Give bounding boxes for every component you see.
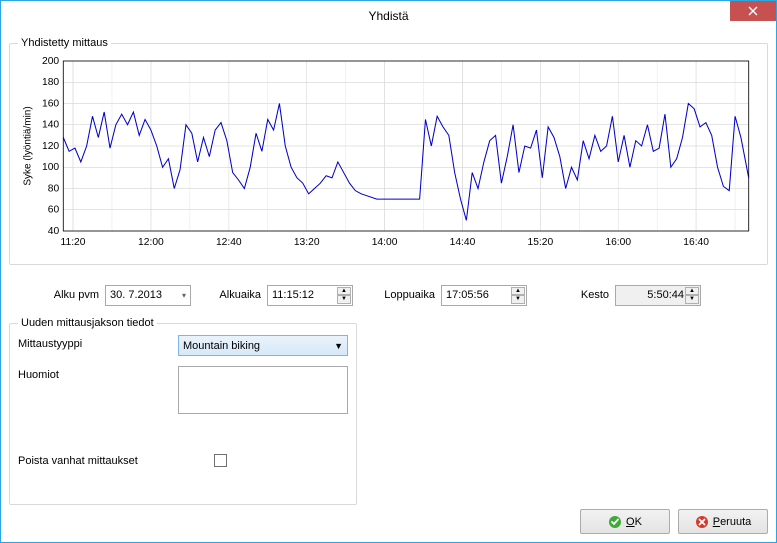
details-legend: Uuden mittausjakson tiedot xyxy=(18,317,157,329)
chart-groupbox: Yhdistetty mittaus 40 60 80 100 120 140 160 180… xyxy=(9,37,768,265)
start-time-label: Alkuaika xyxy=(203,289,261,301)
ok-label: OK xyxy=(626,516,642,528)
chevron-down-icon: ▼ xyxy=(334,341,343,351)
ok-button[interactable]: OK xyxy=(580,509,670,534)
chart-svg: 40 60 80 100 120 140 160 180 200 11:20 12:00 12:40 1… xyxy=(18,55,759,255)
spin-up-icon[interactable]: ▲ xyxy=(337,287,351,296)
duration-spinner[interactable]: 5:50:44 ▲▼ xyxy=(615,285,701,306)
titlebar: Yhdistä xyxy=(1,1,776,31)
end-time-label: Loppuaika xyxy=(365,289,435,301)
duration-label: Kesto xyxy=(539,289,609,301)
dialog-buttons: OK Peruuta xyxy=(580,509,768,534)
spin-down-icon[interactable]: ▼ xyxy=(337,295,351,304)
spin-up-icon[interactable]: ▲ xyxy=(685,287,699,296)
spin-up-icon[interactable]: ▲ xyxy=(511,287,525,296)
chevron-down-icon: ▾ xyxy=(182,291,186,300)
svg-text:12:00: 12:00 xyxy=(138,237,164,248)
end-time-value: 17:05:56 xyxy=(446,289,489,301)
svg-text:Syke (lyöntiä/min): Syke (lyöntiä/min) xyxy=(22,106,33,185)
svg-text:80: 80 xyxy=(48,184,60,195)
time-row: Alku pvm 30. 7.2013 ▾ Alkuaika 11:15:12 … xyxy=(9,281,768,309)
end-time-spinner[interactable]: 17:05:56 ▲▼ xyxy=(441,285,527,306)
close-icon xyxy=(748,6,758,16)
svg-text:120: 120 xyxy=(42,141,60,152)
notes-label: Huomiot xyxy=(18,366,178,381)
start-time-spinner[interactable]: 11:15:12 ▲▼ xyxy=(267,285,353,306)
start-time-value: 11:15:12 xyxy=(272,289,314,301)
svg-text:40: 40 xyxy=(48,226,60,237)
chart-legend: Yhdistetty mittaus xyxy=(18,37,111,49)
dialog-window: Yhdistä Yhdistetty mittaus 40 60 80 100 120 1… xyxy=(0,0,777,543)
svg-text:180: 180 xyxy=(42,77,60,88)
cancel-button[interactable]: Peruuta xyxy=(678,509,768,534)
svg-text:14:00: 14:00 xyxy=(372,237,398,248)
spin-down-icon[interactable]: ▼ xyxy=(685,295,699,304)
window-title: Yhdistä xyxy=(368,9,408,23)
start-date-value: 30. 7.2013 xyxy=(110,289,162,301)
measurement-type-select[interactable]: Mountain biking ▼ xyxy=(178,335,348,356)
svg-text:16:00: 16:00 xyxy=(605,237,631,248)
duration-value: 5:50:44 xyxy=(620,289,684,301)
start-date-picker[interactable]: 30. 7.2013 ▾ xyxy=(105,285,191,306)
svg-text:13:20: 13:20 xyxy=(294,237,320,248)
svg-text:100: 100 xyxy=(42,162,60,173)
measurement-type-label: Mittaustyyppi xyxy=(18,335,178,350)
spin-down-icon[interactable]: ▼ xyxy=(511,295,525,304)
svg-text:15:20: 15:20 xyxy=(528,237,554,248)
measurement-type-value: Mountain biking xyxy=(183,340,260,352)
svg-text:200: 200 xyxy=(42,56,60,67)
chart: 40 60 80 100 120 140 160 180 200 11:20 12:00 12:40 1… xyxy=(18,55,759,255)
delete-old-label: Poista vanhat mittaukset xyxy=(18,455,214,467)
client-area: Yhdistetty mittaus 40 60 80 100 120 140 160 180… xyxy=(9,37,768,534)
close-button[interactable] xyxy=(730,1,776,21)
ok-icon xyxy=(608,515,622,529)
svg-text:160: 160 xyxy=(42,99,60,110)
svg-text:14:40: 14:40 xyxy=(450,237,476,248)
delete-old-checkbox[interactable] xyxy=(214,454,227,467)
cancel-label: Peruuta xyxy=(713,516,752,528)
details-groupbox: Uuden mittausjakson tiedot Mittaustyyppi… xyxy=(9,317,357,505)
cancel-icon xyxy=(695,515,709,529)
notes-textarea[interactable] xyxy=(178,366,348,414)
svg-text:140: 140 xyxy=(42,120,60,131)
start-date-label: Alku pvm xyxy=(9,289,99,301)
svg-text:16:40: 16:40 xyxy=(683,237,709,248)
svg-text:60: 60 xyxy=(48,205,60,216)
svg-text:11:20: 11:20 xyxy=(61,237,86,248)
svg-text:12:40: 12:40 xyxy=(216,237,242,248)
